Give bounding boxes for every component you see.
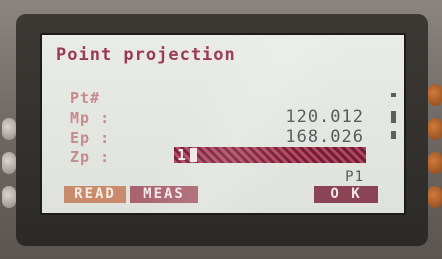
left-hardware-button[interactable] bbox=[2, 186, 16, 208]
scroll-indicator-icon bbox=[391, 93, 396, 97]
scroll-indicator-icon bbox=[391, 131, 396, 139]
field-label-mp: Mp : bbox=[70, 109, 111, 127]
lcd-screen: Point projection Pt# Mp : 120.012 Ep : 1… bbox=[40, 33, 406, 215]
field-label-pt: Pt# bbox=[70, 89, 101, 107]
zp-input-value: 1 bbox=[177, 146, 188, 164]
left-hardware-button[interactable] bbox=[2, 118, 16, 140]
left-hardware-button[interactable] bbox=[2, 152, 16, 174]
ok-button[interactable]: O K bbox=[314, 186, 378, 203]
zp-input-field[interactable]: 1 bbox=[174, 146, 366, 164]
page-indicator: P1 bbox=[345, 169, 364, 185]
right-hardware-button[interactable] bbox=[428, 118, 442, 140]
device-body: Point projection Pt# Mp : 120.012 Ep : 1… bbox=[0, 0, 442, 259]
scroll-indicator-icon bbox=[391, 111, 396, 123]
field-value-ep: 168.026 bbox=[285, 127, 364, 147]
right-hardware-button[interactable] bbox=[428, 84, 442, 106]
field-value-mp: 120.012 bbox=[285, 107, 364, 127]
screen-title: Point projection bbox=[56, 45, 236, 65]
text-cursor bbox=[190, 148, 197, 162]
meas-button[interactable]: MEAS bbox=[130, 186, 198, 203]
field-label-ep: Ep : bbox=[70, 129, 111, 147]
right-hardware-button[interactable] bbox=[428, 186, 442, 208]
right-hardware-button[interactable] bbox=[428, 152, 442, 174]
field-label-zp: Zp : bbox=[70, 148, 111, 166]
read-button[interactable]: READ bbox=[64, 186, 126, 203]
